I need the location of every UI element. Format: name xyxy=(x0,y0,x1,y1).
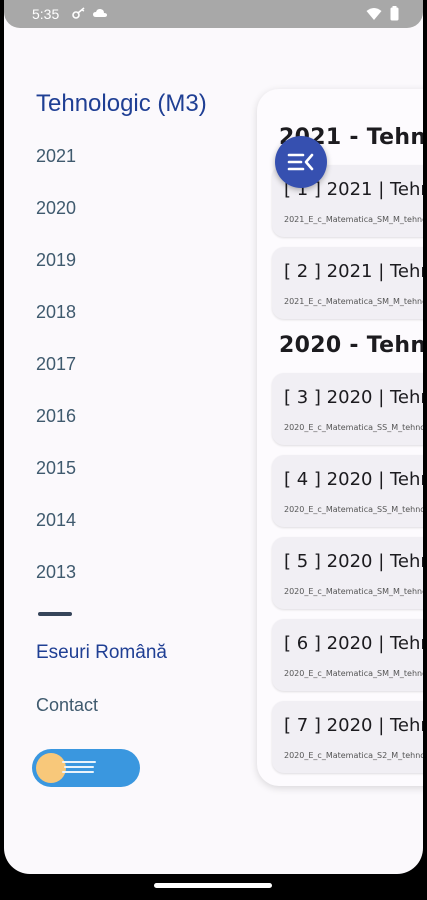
theme-toggle[interactable] xyxy=(32,749,140,787)
battery-icon xyxy=(390,6,399,26)
exam-card[interactable]: [ 4 ] 2020 | Tehnologic 2020_E_c_Matemati… xyxy=(272,455,423,527)
cloud-icon xyxy=(92,7,108,22)
exam-card[interactable]: [ 6 ] 2020 | Tehnologic 2020_E_c_Matemati… xyxy=(272,619,423,691)
drawer-title: Tehnologic (M3) xyxy=(36,90,207,117)
app-screen: 5:35 Tehnologic (M3) 2021 2020 2019 2018 201… xyxy=(4,0,423,874)
content-panel: 2021 - Tehnologic[ 1 ] 2021 | Tehnologic… xyxy=(257,89,423,786)
card-title: [ 4 ] 2020 | Tehnologic xyxy=(284,469,423,490)
toggle-streak xyxy=(62,771,94,773)
card-filename: 2020_E_c_Matematica_SM_M_tehnologic xyxy=(284,669,423,678)
navigation-drawer: Tehnologic (M3) 2021 2020 2019 2018 2017 2016… xyxy=(4,28,254,874)
card-filename: 2020_E_c_Matematica_SS_M_tehnologic xyxy=(284,505,423,514)
card-filename: 2020_E_c_Matematica_SM_M_tehnologic xyxy=(284,587,423,596)
status-time: 5:35 xyxy=(32,6,60,22)
exam-card[interactable]: [ 7 ] 2020 | Tehnologic 2020_E_c_Matemati… xyxy=(272,701,423,773)
toggle-streak xyxy=(62,761,96,763)
year-item-2014[interactable]: 2014 xyxy=(36,510,76,531)
card-filename: 2020_E_c_Matematica_S2_M_tehnologic xyxy=(284,751,423,760)
card-title: [ 3 ] 2020 | Tehnologic xyxy=(284,387,423,408)
drawer-toggle-button[interactable] xyxy=(275,136,327,188)
contact-link[interactable]: Contact xyxy=(36,695,98,716)
year-item-2021[interactable]: 2021 xyxy=(36,146,76,167)
card-title: [ 6 ] 2020 | Tehnologic xyxy=(284,633,423,654)
toggle-streak xyxy=(64,766,94,768)
section-title: 2020 - Tehnologic xyxy=(279,333,423,358)
wifi-icon xyxy=(366,7,382,26)
card-title: [ 5 ] 2020 | Tehnologic xyxy=(284,551,423,572)
card-filename: 2021_E_c_Matematica_SM_M_tehnologic xyxy=(284,297,423,306)
home-indicator xyxy=(154,883,272,888)
exam-card[interactable]: [ 2 ] 2021 | Tehnologic 2021_E_c_Matemati… xyxy=(272,247,423,319)
menu-open-icon xyxy=(287,153,314,171)
key-icon xyxy=(72,7,86,22)
sun-icon xyxy=(36,753,66,783)
year-item-2016[interactable]: 2016 xyxy=(36,406,76,427)
exam-card[interactable]: [ 5 ] 2020 | Tehnologic 2020_E_c_Matemati… xyxy=(272,537,423,609)
year-item-2013[interactable]: 2013 xyxy=(36,562,76,583)
phone-frame: 5:35 Tehnologic (M3) 2021 2020 2019 2018 201… xyxy=(0,0,427,900)
status-right-icons xyxy=(366,6,399,26)
card-filename: 2021_E_c_Matematica_SM_M_tehnologic xyxy=(284,215,423,224)
eseuri-romana-link[interactable]: Eseuri Română xyxy=(36,642,167,664)
card-title: [ 2 ] 2021 | Tehnologic xyxy=(284,261,423,282)
year-item-2015[interactable]: 2015 xyxy=(36,458,76,479)
year-item-2017[interactable]: 2017 xyxy=(36,354,76,375)
card-title: [ 7 ] 2020 | Tehnologic xyxy=(284,715,423,736)
year-item-2020[interactable]: 2020 xyxy=(36,198,76,219)
status-bar: 5:35 xyxy=(4,0,423,28)
card-filename: 2020_E_c_Matematica_SS_M_tehnologic xyxy=(284,423,423,432)
year-item-2019[interactable]: 2019 xyxy=(36,250,76,271)
divider xyxy=(38,612,72,616)
exam-card[interactable]: [ 3 ] 2020 | Tehnologic 2020_E_c_Matemati… xyxy=(272,373,423,445)
year-item-2018[interactable]: 2018 xyxy=(36,302,76,323)
